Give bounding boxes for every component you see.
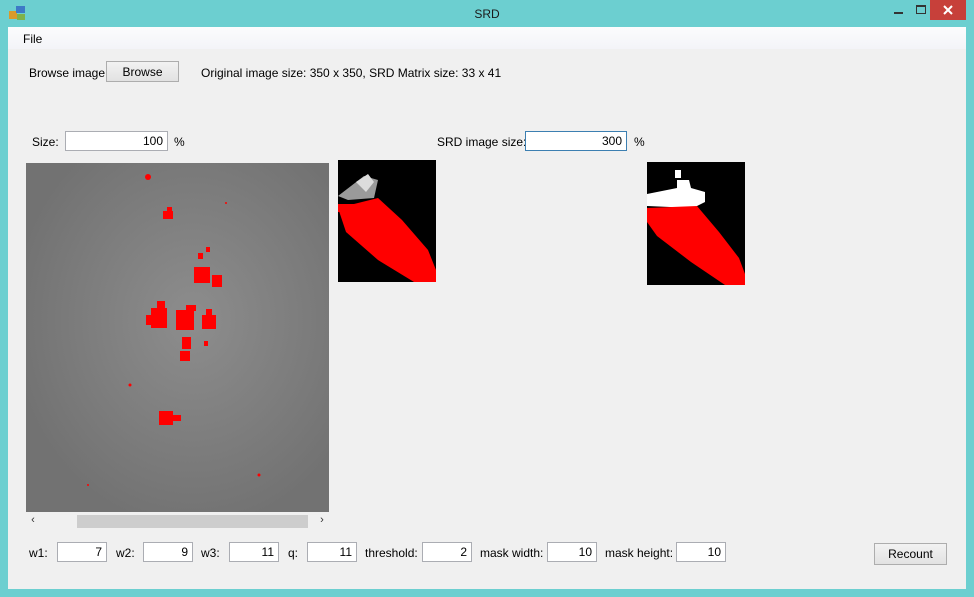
- close-button[interactable]: [930, 0, 966, 20]
- minimize-button[interactable]: [886, 0, 912, 20]
- recount-button[interactable]: Recount: [874, 543, 947, 565]
- q-input[interactable]: [307, 542, 357, 562]
- mask-width-label: mask width:: [480, 546, 544, 560]
- menu-bar: File: [8, 27, 966, 49]
- mask-height-label: mask height:: [605, 546, 674, 560]
- title-bar[interactable]: SRD: [0, 0, 974, 27]
- w3-label: w3:: [201, 546, 220, 560]
- menu-file[interactable]: File: [23, 32, 42, 46]
- app-window: SRD File Browse image: Browse Original i…: [0, 0, 974, 597]
- threshold-input[interactable]: [422, 542, 472, 562]
- w1-label: w1:: [29, 546, 48, 560]
- scroll-left-icon[interactable]: ‹: [26, 513, 40, 528]
- minimize-icon: [894, 12, 903, 14]
- mask-height-input[interactable]: [676, 542, 726, 562]
- threshold-label: threshold:: [365, 546, 418, 560]
- size-label: Size:: [32, 135, 59, 149]
- scroll-thumb[interactable]: [77, 515, 308, 528]
- srd-size-unit: %: [634, 135, 645, 149]
- browse-button[interactable]: Browse: [106, 61, 179, 82]
- size-input[interactable]: [65, 131, 168, 151]
- image-info-text: Original image size: 350 x 350, SRD Matr…: [201, 66, 502, 80]
- client-area: File Browse image: Browse Original image…: [8, 27, 966, 589]
- srd-image-result-1: [338, 160, 436, 282]
- srd-image-size-input[interactable]: [525, 131, 627, 151]
- maximize-button[interactable]: [912, 0, 930, 20]
- w1-input[interactable]: [57, 542, 107, 562]
- maximize-icon: [916, 5, 926, 14]
- close-icon: [943, 5, 953, 15]
- window-title: SRD: [474, 7, 500, 21]
- q-label: q:: [288, 546, 299, 560]
- mask-width-input[interactable]: [547, 542, 597, 562]
- w2-label: w2:: [116, 546, 135, 560]
- original-image: [26, 163, 329, 512]
- browse-image-label: Browse image:: [29, 66, 109, 80]
- w2-input[interactable]: [143, 542, 193, 562]
- w3-input[interactable]: [229, 542, 279, 562]
- size-unit: %: [174, 135, 185, 149]
- image-horizontal-scrollbar[interactable]: ‹ ›: [26, 512, 329, 529]
- scroll-right-icon[interactable]: ›: [315, 513, 329, 528]
- srd-image-result-2: [647, 162, 745, 285]
- srd-image-size-label: SRD image size:: [437, 135, 527, 149]
